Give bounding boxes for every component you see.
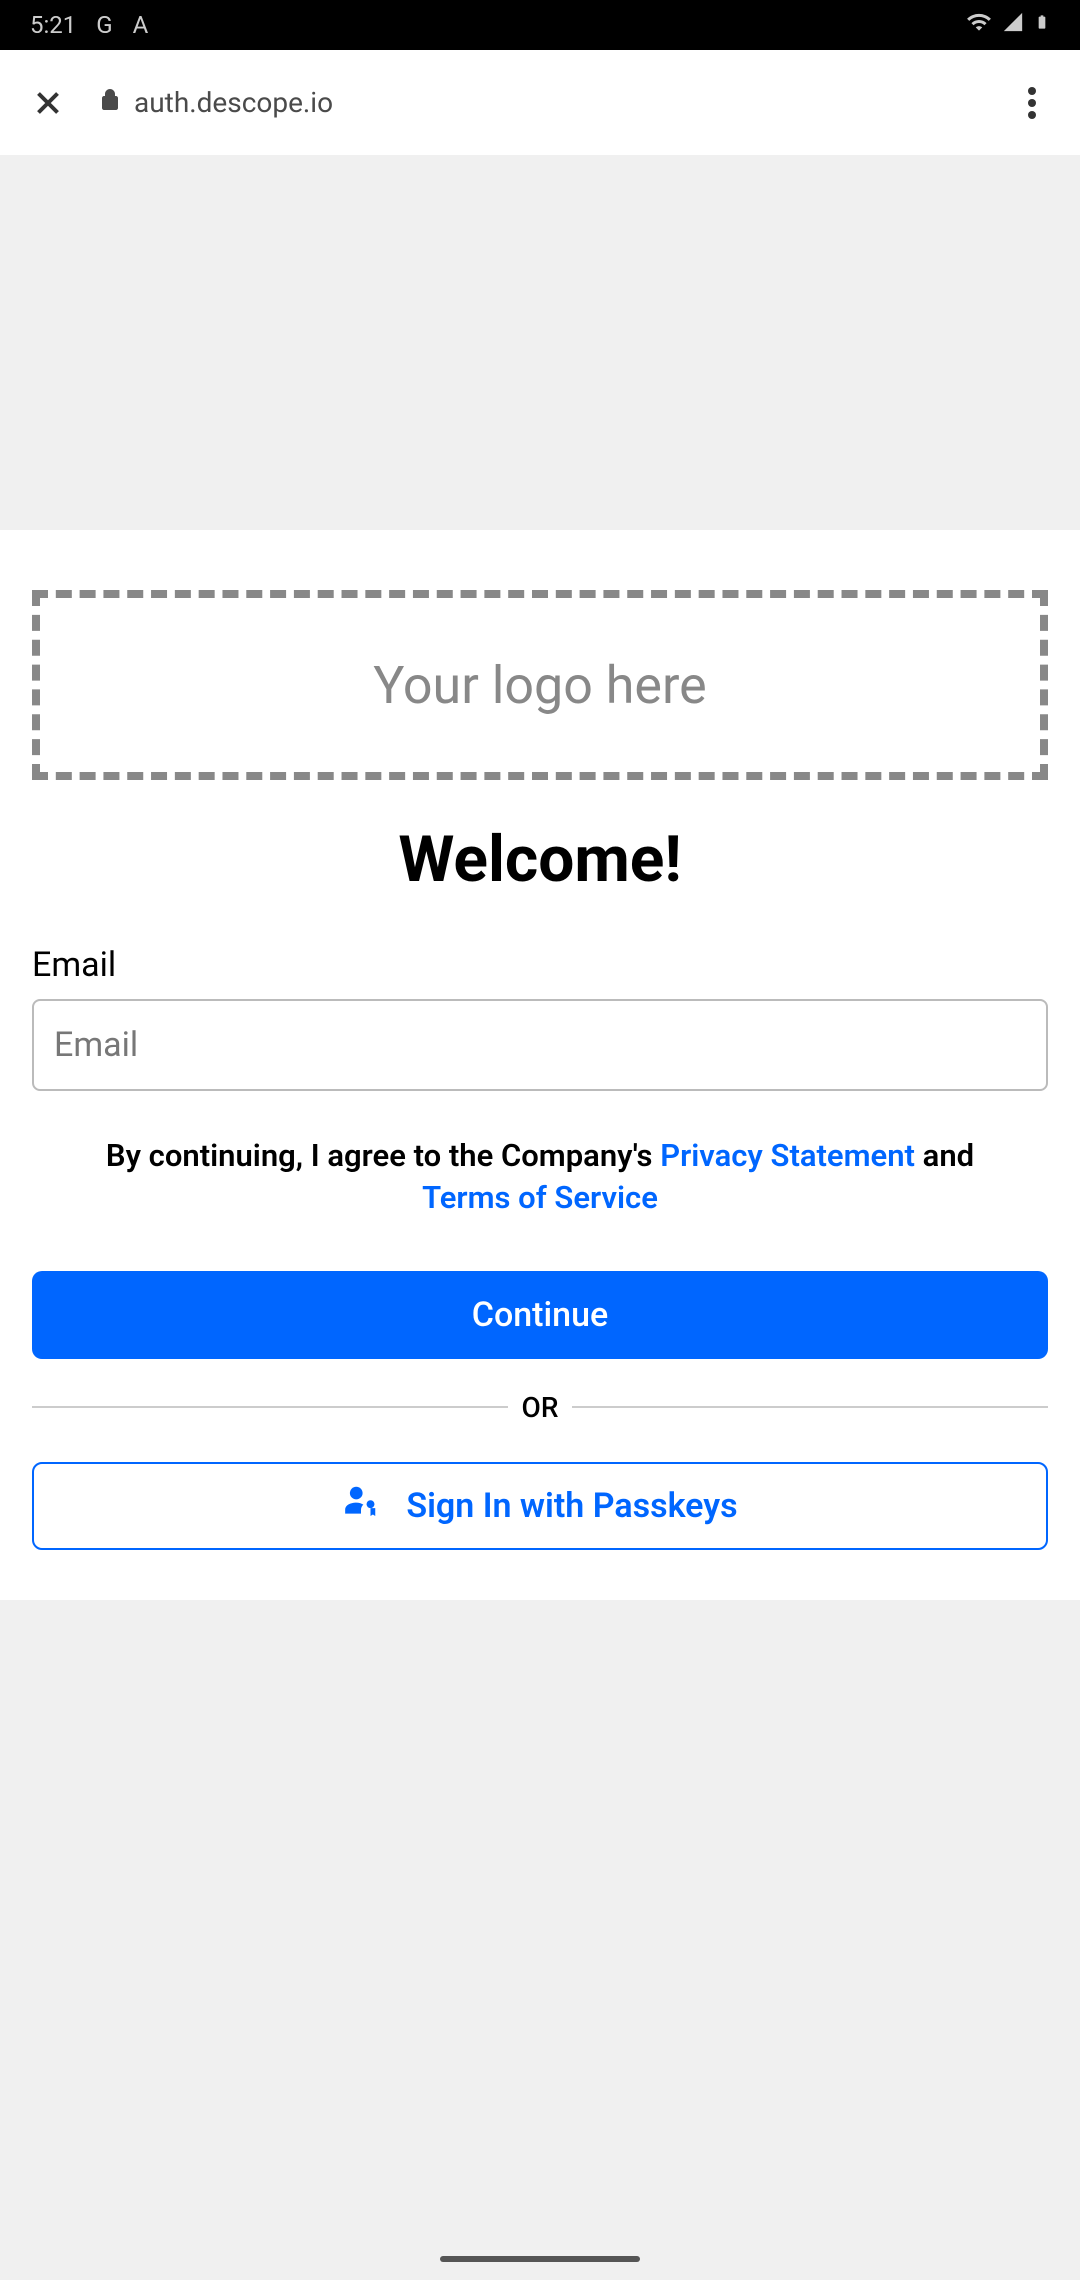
logo-placeholder-text: Your logo here [373, 655, 706, 716]
android-status-bar: 5:21 G A [0, 0, 1080, 50]
gray-top-spacer [0, 155, 1080, 530]
android-nav-handle[interactable] [440, 2256, 640, 2262]
more-icon[interactable] [1012, 83, 1052, 123]
content-area: Your logo here Welcome! Email By continu… [0, 155, 1080, 2280]
email-input[interactable] [32, 999, 1048, 1091]
passkey-button[interactable]: Sign In with Passkeys [32, 1462, 1048, 1550]
terms-link[interactable]: Terms of Service [422, 1179, 658, 1216]
welcome-title: Welcome! [32, 822, 1048, 897]
browser-toolbar: auth.descope.io [0, 50, 1080, 155]
privacy-link[interactable]: Privacy Statement [660, 1137, 915, 1174]
divider-text: OR [522, 1391, 559, 1424]
wifi-icon [966, 9, 992, 41]
url-text: auth.descope.io [134, 86, 333, 119]
signal-icon [1002, 11, 1024, 39]
battery-icon [1034, 9, 1050, 41]
email-label: Email [32, 945, 1048, 985]
status-left: 5:21 G A [30, 11, 148, 39]
logo-placeholder: Your logo here [32, 590, 1048, 780]
divider-line-right [572, 1406, 1048, 1408]
auth-card: Your logo here Welcome! Email By continu… [0, 530, 1080, 1600]
or-divider: OR [32, 1391, 1048, 1424]
passkey-button-label: Sign In with Passkeys [406, 1486, 737, 1526]
status-right [966, 9, 1050, 41]
gray-bottom-spacer [0, 1600, 1080, 2280]
divider-line-left [32, 1406, 508, 1408]
consent-and: and [923, 1137, 974, 1174]
passkey-icon [342, 1482, 380, 1529]
status-app-icon-a: A [133, 11, 149, 39]
status-time: 5:21 [30, 11, 76, 39]
consent-text: By continuing, I agree to the Company's … [32, 1135, 1048, 1219]
url-bar[interactable]: auth.descope.io [98, 86, 982, 119]
consent-prefix: By continuing, I agree to the Company's [106, 1137, 653, 1174]
lock-icon [98, 86, 122, 119]
close-icon[interactable] [28, 83, 68, 123]
status-app-icon-g: G [96, 11, 112, 39]
continue-button[interactable]: Continue [32, 1271, 1048, 1359]
